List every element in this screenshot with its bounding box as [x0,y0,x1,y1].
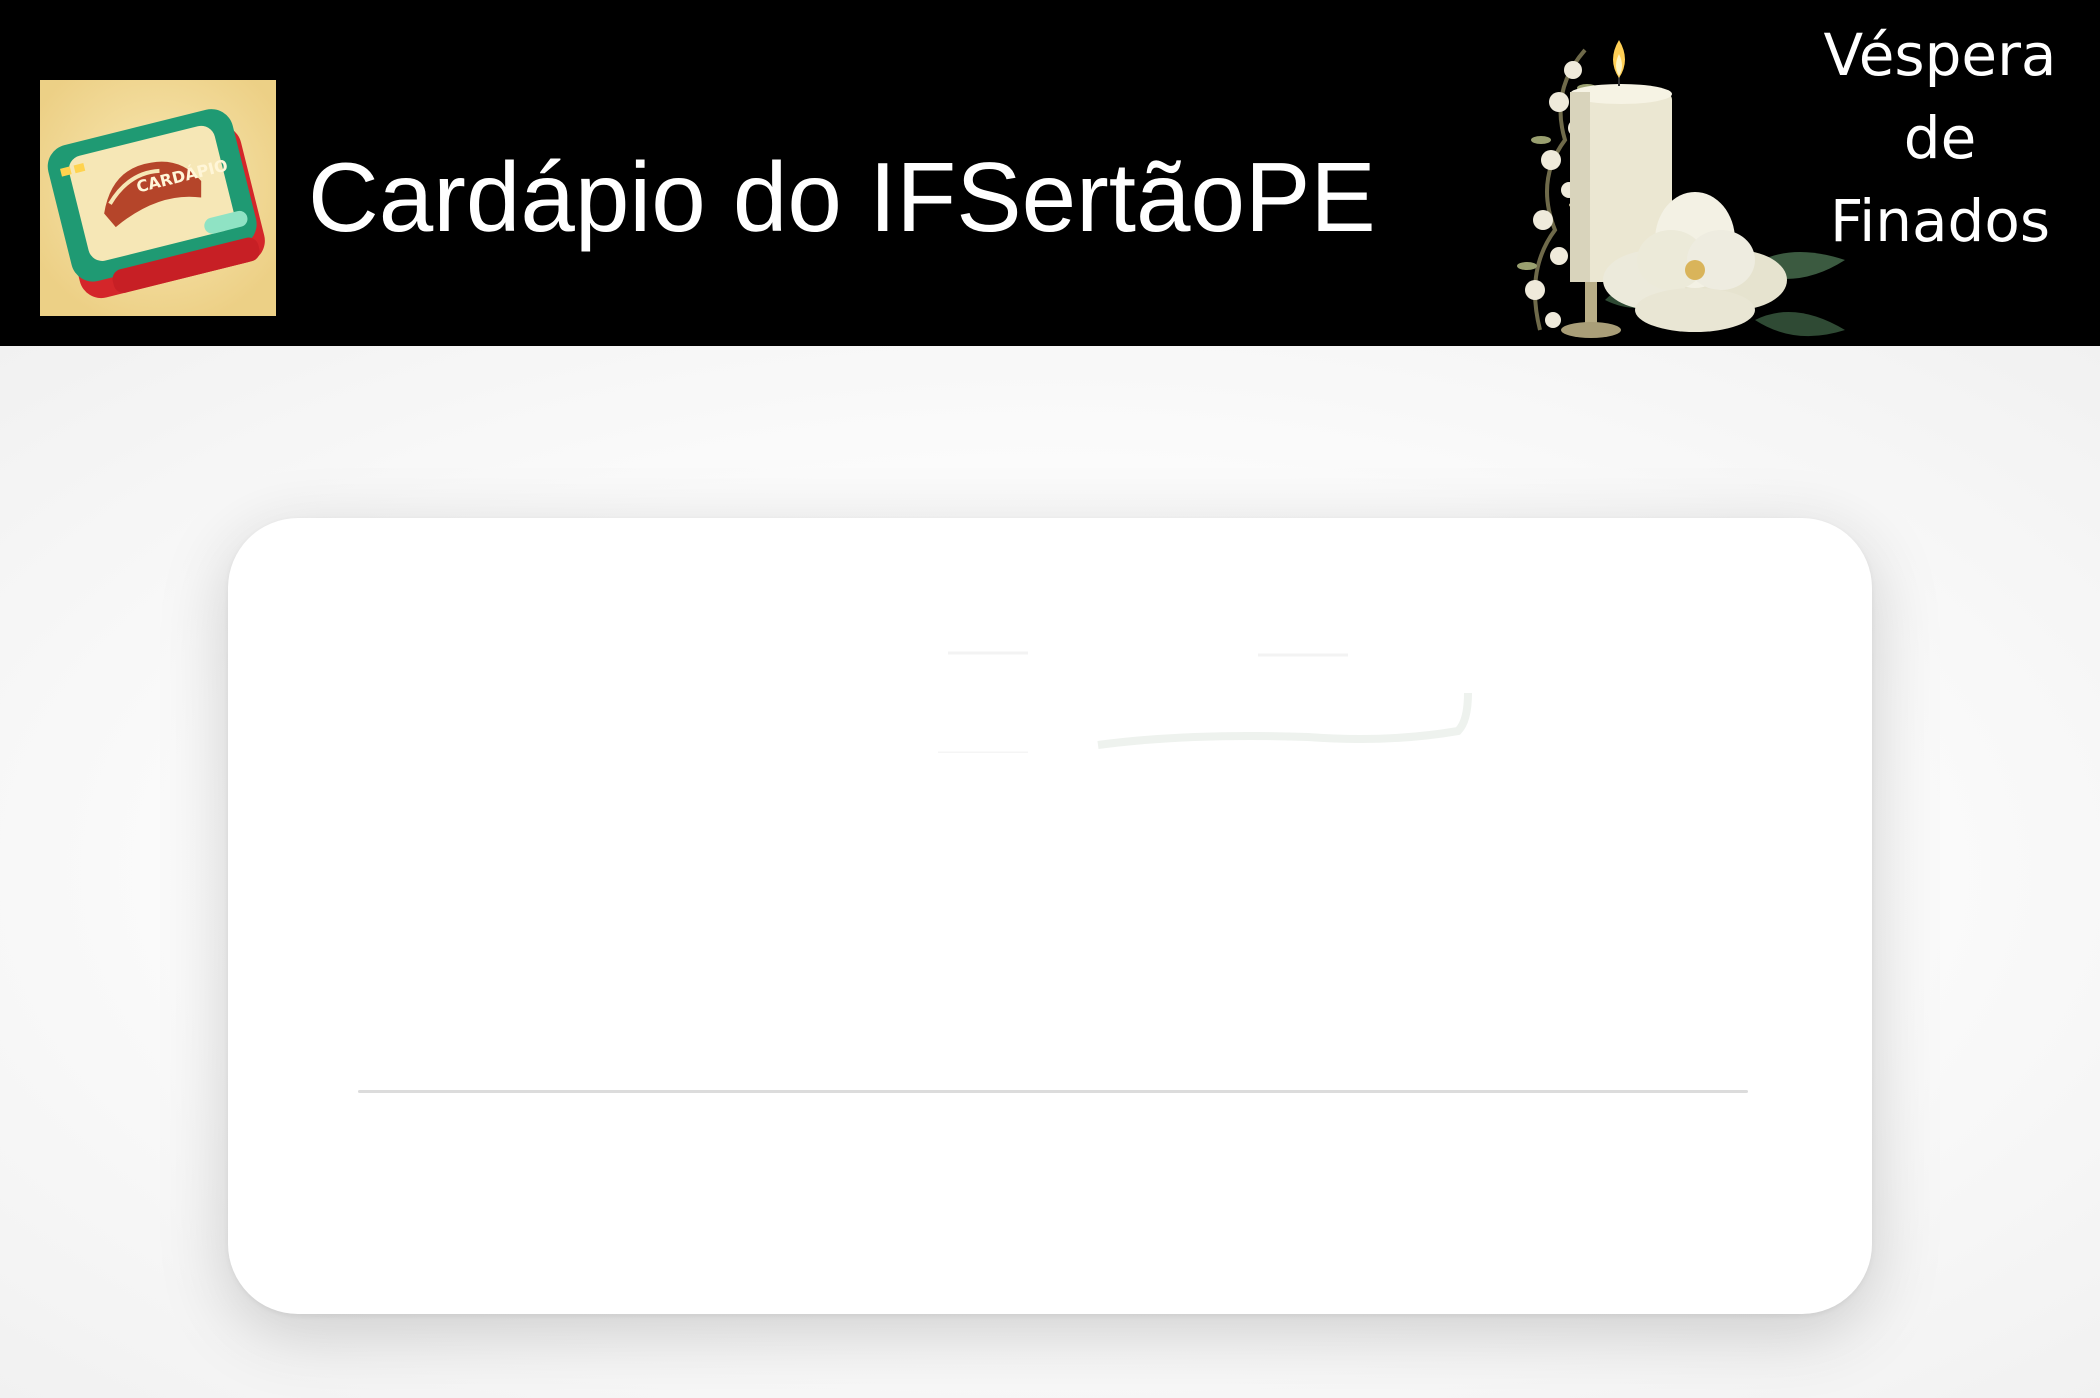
menu-card [228,518,1872,1314]
menu-book-logo-icon: CARDÁPIO [40,80,276,316]
event-label: Véspera de Finados [1790,14,2090,263]
loading-placeholder [928,633,1648,755]
app-title: Cardápio do IFSertãoPE [308,142,1376,252]
event-label-line: Véspera [1823,21,2057,89]
event-label-line: de [1903,104,1977,172]
app-header: CARDÁPIO Cardápio do IFSertãoPE Véspera … [0,0,2100,346]
event-label-line: Finados [1829,187,2051,255]
card-divider [358,1090,1748,1093]
